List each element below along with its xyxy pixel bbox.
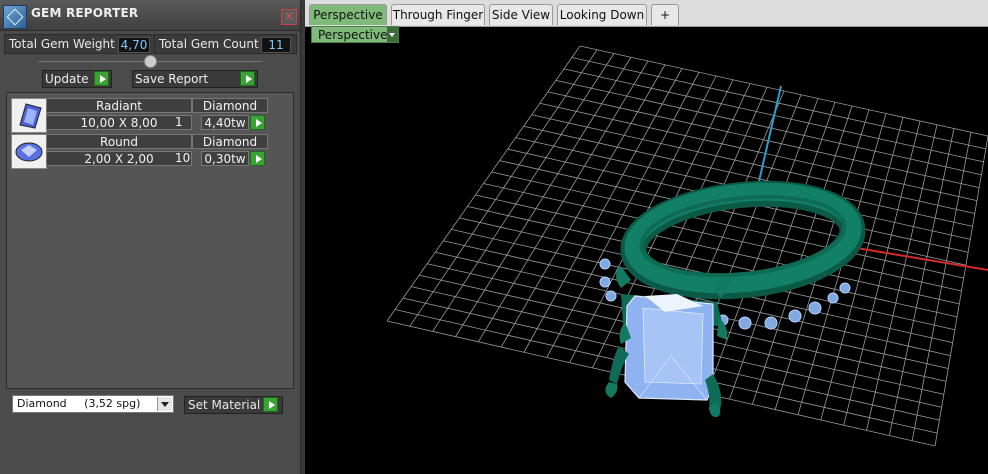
close-panel-button[interactable]: × bbox=[281, 9, 297, 25]
grid-line bbox=[843, 120, 921, 426]
gem-reporter-panel: GEM REPORTER × Total Gem Weight 4,70 Tot… bbox=[0, 0, 301, 474]
gem-size: 10,00 X 8,00 bbox=[46, 115, 192, 130]
total-gem-weight: Total Gem Weight 4,70 bbox=[4, 34, 155, 54]
gem-detail-arrow-icon[interactable] bbox=[250, 115, 265, 130]
gem-detail-arrow-icon[interactable] bbox=[250, 151, 265, 166]
gem-cut: Radiant bbox=[46, 98, 192, 113]
collapse-knob-icon[interactable] bbox=[144, 55, 157, 68]
gem-count: 1 bbox=[175, 115, 183, 129]
gem-row-round[interactable]: Round Diamond 2,00 X 2,00 10 0,30tw bbox=[10, 134, 272, 169]
chevron-down-icon[interactable] bbox=[157, 397, 172, 411]
gem-list: Radiant Diamond 10,00 X 8,00 1 4,40tw Ro… bbox=[6, 92, 294, 389]
material-select-value: Diamond (3,52 spg) bbox=[17, 397, 141, 410]
gem-count: 10 bbox=[175, 151, 191, 165]
gem-weight: 0,30tw bbox=[201, 151, 249, 166]
gem-row-radiant[interactable]: Radiant Diamond 10,00 X 8,00 1 4,40tw bbox=[10, 98, 272, 133]
tab-looking-down[interactable]: Looking Down bbox=[557, 4, 647, 25]
play-arrow-icon bbox=[240, 71, 255, 86]
total-gem-count: Total Gem Count 11 bbox=[154, 34, 297, 54]
total-gem-count-value: 11 bbox=[261, 37, 291, 53]
save-report-button-label: Save Report bbox=[135, 72, 209, 86]
material-select[interactable]: Diamond (3,52 spg) bbox=[12, 395, 174, 413]
play-arrow-icon bbox=[263, 397, 278, 412]
gem-material: Diamond bbox=[192, 98, 268, 113]
add-tab-button[interactable]: + bbox=[651, 4, 679, 25]
total-gem-weight-label: Total Gem Weight bbox=[9, 37, 115, 51]
3d-viewport[interactable] bbox=[305, 26, 988, 474]
gem-size: 2,00 X 2,00 bbox=[46, 151, 192, 166]
grid-line bbox=[467, 206, 958, 318]
save-report-button[interactable]: Save Report bbox=[132, 70, 258, 88]
view-mode-dropdown[interactable]: Perspective bbox=[311, 26, 399, 43]
panel-title: GEM REPORTER bbox=[31, 6, 139, 20]
set-material-button[interactable]: Set Material bbox=[184, 396, 283, 414]
chevron-down-icon[interactable] bbox=[387, 27, 398, 42]
total-gem-count-label: Total Gem Count bbox=[159, 37, 259, 51]
update-button-label: Update bbox=[45, 72, 89, 86]
set-material-button-label: Set Material bbox=[188, 398, 261, 412]
panel-titlebar: GEM REPORTER × bbox=[0, 0, 300, 31]
gem-weight: 4,40tw bbox=[201, 115, 249, 130]
gem-cut: Round bbox=[46, 134, 192, 149]
view-tab-strip: Perspective Through Finger Side View Loo… bbox=[305, 0, 988, 27]
tab-through-finger[interactable]: Through Finger bbox=[391, 4, 485, 25]
gem-material: Diamond bbox=[192, 134, 268, 149]
gem-reporter-app-icon bbox=[3, 5, 27, 29]
total-gem-weight-value: 4,70 bbox=[118, 37, 150, 53]
tab-perspective[interactable]: Perspective bbox=[309, 4, 387, 25]
update-button[interactable]: Update bbox=[42, 70, 112, 88]
round-gem-icon bbox=[11, 134, 47, 169]
viewport-area: Perspective Through Finger Side View Loo… bbox=[305, 0, 988, 474]
view-mode-label: Perspective bbox=[318, 28, 388, 42]
tab-side-view[interactable]: Side View bbox=[489, 4, 553, 25]
radiant-gem-icon bbox=[11, 98, 47, 133]
play-arrow-icon bbox=[94, 71, 109, 86]
grid-line bbox=[729, 102, 836, 400]
